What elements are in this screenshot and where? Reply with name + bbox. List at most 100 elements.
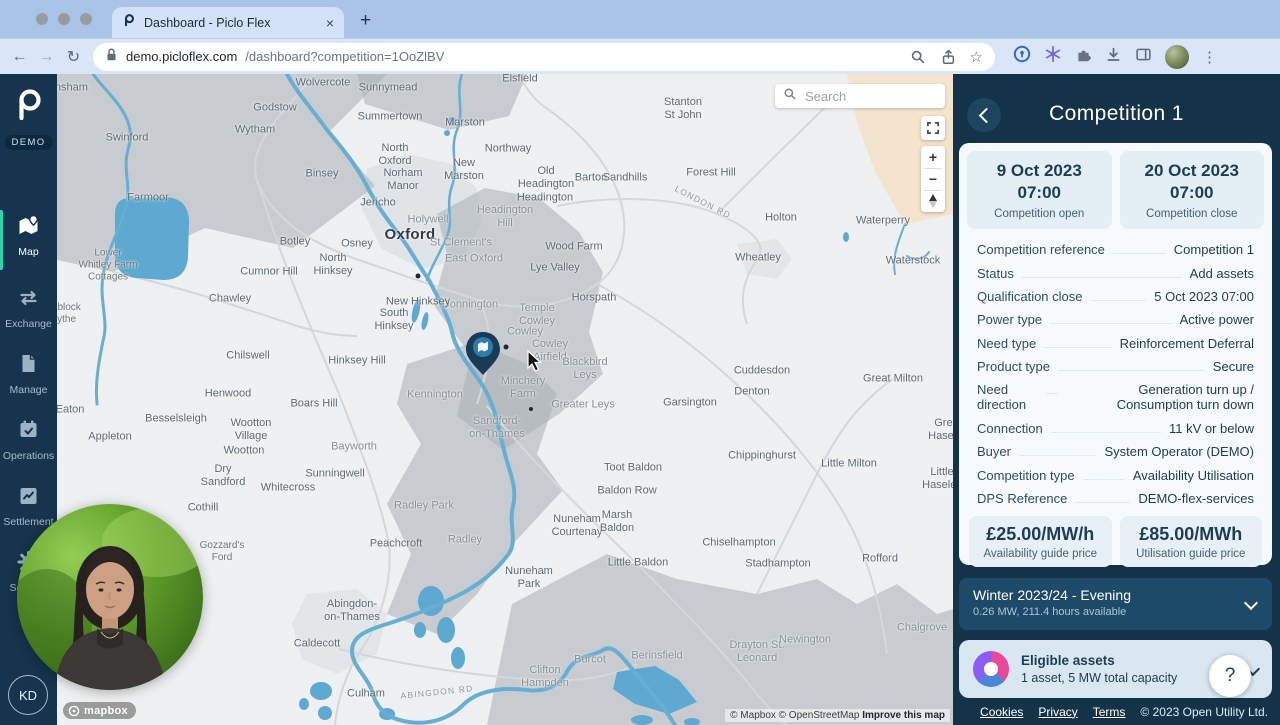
map-label: Burcot — [574, 653, 606, 666]
snowflake-extension-icon[interactable] — [1044, 45, 1062, 68]
map-attribution: © Mapbox © OpenStreetMap Improve this ma… — [725, 709, 950, 722]
map-label: Chawley — [208, 292, 252, 305]
search-icon — [783, 87, 797, 106]
map-label: Binsey — [305, 167, 339, 180]
availability-price-box: £25.00/MW/h Availability guide price — [969, 516, 1112, 568]
detail-row: Need direction Generation turn up / Consu… — [977, 382, 1254, 413]
map-label: East Oxford — [444, 252, 504, 265]
map-label: Chalgrove — [896, 621, 948, 634]
map-label: Cumnor Hill — [240, 265, 298, 278]
sidebar-item-operations[interactable]: Operations — [0, 418, 57, 462]
url-path: /dashboard?competition=1OoZlBV — [245, 49, 445, 64]
map-label: Blackbird Leys — [562, 356, 608, 381]
panel-header: Competition 1 — [953, 74, 1280, 142]
browser-tab[interactable]: Dashboard - Piclo Flex × — [112, 7, 344, 38]
sidebar-item-manage[interactable]: Manage — [0, 352, 57, 396]
terms-link[interactable]: Terms — [1093, 705, 1126, 719]
service-window-title: Winter 2023/24 - Evening — [973, 587, 1131, 603]
browser-tab-strip: Dashboard - Piclo Flex × + — [0, 0, 1280, 38]
service-window-subtitle: 0.26 MW, 211.4 hours available — [973, 606, 1127, 618]
map-label: Waterstock — [885, 254, 941, 267]
close-date: 20 Oct 2023 — [1144, 161, 1239, 180]
reload-button[interactable]: ↻ — [60, 47, 87, 67]
window-minimize-button[interactable] — [58, 13, 70, 25]
mapbox-logo-text: mapbox — [84, 704, 128, 717]
sidebar-item-label: Exchange — [5, 318, 52, 330]
window-close-button[interactable] — [36, 13, 48, 25]
map-label: Wootton Village — [230, 417, 272, 442]
map-label: Northway — [484, 142, 532, 155]
star-icon[interactable]: ☆ — [970, 48, 983, 66]
map-label: Jericho — [360, 196, 396, 209]
map-label: Swinford — [105, 131, 149, 144]
search-input[interactable] — [803, 87, 953, 105]
map-label: Norham Manor — [383, 167, 423, 192]
url-bar[interactable]: demo.picloflex.com /dashboard?competitio… — [93, 42, 995, 71]
map-label: Bayworth — [331, 440, 377, 453]
map-label: Old Headington — [517, 165, 575, 190]
map-label: Rofford — [862, 552, 898, 565]
zoom-in-button[interactable]: + — [921, 147, 945, 168]
share-icon[interactable] — [940, 49, 956, 65]
map-label: Nuneham Park — [505, 565, 553, 590]
sidebar-item-label: Manage — [9, 384, 48, 396]
map-label: Headington Hill — [476, 204, 534, 229]
compass-button[interactable] — [921, 191, 945, 212]
copyright-text: © 2023 Open Utility Ltd. — [1140, 704, 1268, 719]
zoom-out-button[interactable]: − — [921, 169, 945, 190]
help-button[interactable]: ? — [1209, 655, 1251, 697]
piclo-logo[interactable] — [12, 87, 45, 132]
eligible-assets-title: Eligible assets — [1021, 653, 1115, 668]
map-label: Marsh Baldon — [599, 509, 635, 534]
map-label: North Hinksey — [313, 252, 353, 277]
privacy-link[interactable]: Privacy — [1038, 705, 1077, 719]
mapbox-logo[interactable]: mapbox — [63, 702, 136, 719]
map-label: Botley — [279, 235, 311, 248]
map-label: Boars Hill — [290, 397, 338, 410]
mouse-cursor — [527, 350, 543, 372]
window-maximize-button[interactable] — [80, 13, 92, 25]
improve-map-link[interactable]: Improve this map — [862, 710, 945, 721]
map-search-box[interactable] — [775, 84, 953, 108]
profile-avatar[interactable] — [1165, 44, 1189, 69]
map-label: Great Haseley — [928, 417, 953, 442]
service-window-row[interactable]: Winter 2023/24 - Evening 0.26 MW, 211.4 … — [959, 578, 1272, 630]
map-label: Lye Valley — [530, 261, 580, 274]
password-manager-icon[interactable] — [1013, 45, 1031, 68]
side-panel-icon[interactable] — [1135, 46, 1152, 68]
map-label: Minchery Farm — [500, 375, 546, 400]
url-host: demo.picloflex.com — [126, 49, 238, 64]
exchange-icon — [16, 286, 41, 315]
back-button[interactable]: ← — [6, 48, 33, 66]
utilisation-price-box: £85.00/MWh Utilisation guide price — [1119, 516, 1262, 568]
map-label: Wytham — [234, 123, 276, 136]
fullscreen-button[interactable] — [921, 116, 945, 140]
tab-close-icon[interactable]: × — [326, 15, 334, 31]
cookies-link[interactable]: Cookies — [980, 705, 1023, 719]
competition-panel: Competition 1 9 Oct 2023 07:00 Competiti… — [953, 74, 1280, 725]
download-icon[interactable] — [1105, 46, 1122, 68]
open-time: 07:00 — [1017, 183, 1061, 202]
map-label: Waterperry — [856, 214, 910, 227]
map-label: Little Milton — [821, 457, 877, 470]
asset-map-pin[interactable] — [461, 326, 505, 378]
zoom-icon[interactable] — [910, 49, 926, 65]
window-controls[interactable] — [36, 13, 92, 25]
sidebar-item-exchange[interactable]: Exchange — [0, 286, 57, 330]
new-tab-button[interactable]: + — [360, 10, 371, 32]
detail-row: Connection 11 kV or below — [977, 420, 1254, 436]
browser-menu-icon[interactable]: ⋮ — [1202, 48, 1217, 66]
webcam-video — [17, 504, 203, 690]
map-label: Denton — [734, 385, 770, 398]
sidebar-item-map[interactable]: Map — [0, 214, 57, 258]
detail-row: Competition type Availability Utilisation — [977, 467, 1254, 483]
puzzle-icon[interactable] — [1075, 46, 1092, 68]
map-label: Appleton — [88, 430, 132, 443]
map-label: Cuddesdon — [733, 364, 791, 377]
assets-donut-icon — [973, 651, 1009, 687]
forward-button[interactable]: → — [33, 48, 60, 66]
map-label: Toot Baldon — [603, 461, 663, 474]
sidebar-item-settlement[interactable]: Settlement — [0, 484, 57, 528]
map-icon — [16, 214, 41, 243]
user-initials-badge[interactable]: KD — [8, 675, 48, 715]
